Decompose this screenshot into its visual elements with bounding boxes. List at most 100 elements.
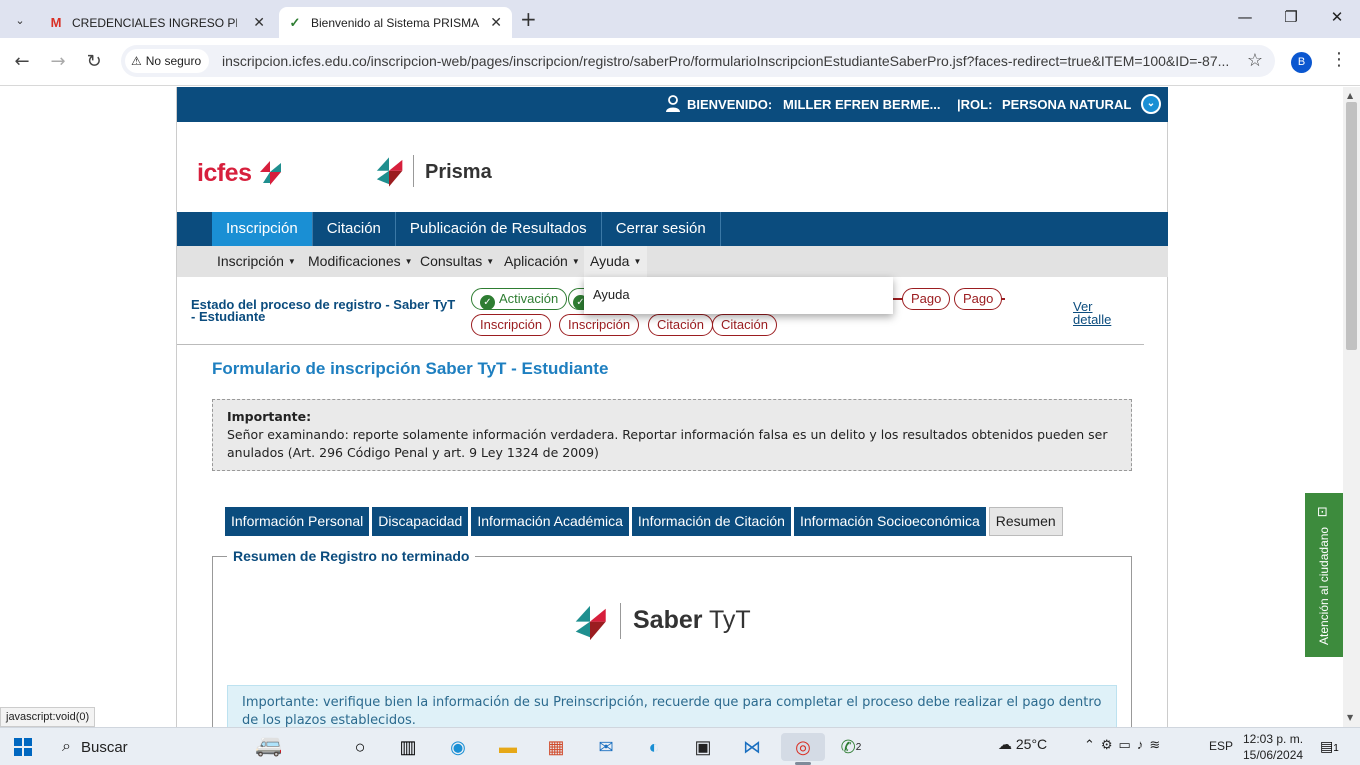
url-text[interactable]: inscripcion.icfes.edu.co/inscripcion-web…: [222, 53, 1242, 69]
browser-toolbar: ← → ↻ ⚠ No seguro inscripcion.icfes.edu.…: [0, 38, 1360, 86]
close-window-button[interactable]: ✕: [1322, 8, 1352, 26]
prisma-star-icon: [376, 157, 403, 187]
file-explorer-icon[interactable]: ▬: [493, 733, 523, 761]
rol-label: |ROL:: [957, 97, 993, 112]
tab-search-button[interactable]: ⌄: [8, 9, 32, 31]
edge-icon[interactable]: ◉: [443, 733, 473, 761]
tab-informacion-socioeconomica[interactable]: Información Socioeconómica: [793, 507, 986, 536]
user-topbar: BIENVENIDO: MILLER EFREN BERME... |ROL: …: [177, 87, 1168, 122]
saber-star-icon: [575, 605, 606, 641]
tab-title: Bienvenido al Sistema PRISMA: [311, 15, 480, 30]
windows-start-icon[interactable]: [14, 738, 32, 756]
form-title: Formulario de inscripción Saber TyT - Es…: [212, 359, 609, 378]
ver-detalle-link[interactable]: Ver detalle: [1073, 300, 1123, 326]
saber-rest: TyT: [708, 606, 751, 634]
icfes-star-icon: [260, 161, 281, 185]
back-icon[interactable]: ←: [10, 50, 34, 74]
subnav-label: Ayuda: [590, 253, 630, 269]
subnav-modificaciones[interactable]: Modificaciones ▼: [302, 246, 419, 277]
divider: [177, 344, 1144, 345]
task-view-icon[interactable]: ▥: [393, 733, 423, 761]
profile-avatar[interactable]: B: [1291, 52, 1312, 73]
check-icon: ✓: [480, 295, 495, 310]
cortana-icon[interactable]: ○: [345, 733, 375, 761]
nav-cerrar-sesion[interactable]: Cerrar sesión: [602, 212, 721, 246]
close-tab-icon[interactable]: ✕: [490, 14, 502, 31]
browser-menu-icon[interactable]: ⋮: [1330, 49, 1348, 70]
mail-icon[interactable]: ✉: [591, 733, 621, 761]
new-tab-button[interactable]: +: [520, 9, 537, 29]
reload-icon[interactable]: ↻: [82, 50, 106, 74]
search-icon: ⌕: [62, 738, 71, 755]
beach-van-icon: 🚐: [255, 732, 283, 757]
form-tabs: Información Personal Discapacidad Inform…: [225, 507, 1063, 536]
atencion-ciudadano-widget[interactable]: ⊡ Atención al ciudadano: [1305, 493, 1343, 657]
bookmark-star-icon[interactable]: ☆: [1247, 50, 1263, 71]
cloud-icon: ☁: [998, 736, 1012, 752]
address-bar[interactable]: ⚠ No seguro inscripcion.icfes.edu.co/ins…: [121, 45, 1275, 77]
important-notice: Importante: Señor examinando: reporte so…: [212, 399, 1132, 471]
subnav-label: Modificaciones: [308, 253, 401, 269]
tab-title: CREDENCIALES INGRESO PRISMA: [72, 15, 237, 30]
nav-publicacion-resultados[interactable]: Publicación de Resultados: [396, 212, 602, 246]
store-icon[interactable]: ▦: [541, 733, 571, 761]
saber-bold: Saber: [633, 606, 703, 634]
close-tab-icon[interactable]: ✕: [253, 14, 265, 31]
subnav-inscripcion[interactable]: Inscripción ▼: [211, 246, 302, 277]
step-citacion-1: Citación: [648, 314, 713, 336]
caret-down-icon: ▼: [404, 257, 413, 266]
info-notice: Importante: verifique bien la informació…: [227, 685, 1117, 727]
gmail-icon: M: [50, 15, 62, 30]
rol-value: PERSONA NATURAL: [1002, 97, 1132, 112]
browser-tabstrip: ⌄ M CREDENCIALES INGRESO PRISMA ✕ ✓ Bien…: [0, 0, 1360, 38]
sub-nav: Inscripción ▼ Modificaciones ▼ Consultas ▼ …: [177, 246, 1168, 277]
scroll-up-icon[interactable]: ▲: [1347, 91, 1353, 100]
nav-inscripcion[interactable]: Inscripción: [212, 212, 313, 246]
scroll-down-icon[interactable]: ▼: [1347, 713, 1353, 722]
caret-down-icon: ▼: [287, 257, 296, 266]
page-container: BIENVENIDO: MILLER EFREN BERME... |ROL: …: [176, 87, 1168, 727]
user-icon: [666, 95, 680, 112]
app-icon[interactable]: ◐: [639, 733, 669, 761]
forward-icon[interactable]: →: [46, 50, 70, 74]
main-nav: Inscripción Citación Publicación de Resu…: [177, 212, 1168, 246]
language-indicator[interactable]: ESP: [1209, 739, 1233, 753]
prisma-check-icon: ✓: [289, 14, 301, 30]
clock[interactable]: 12:03 p. m. 15/06/2024: [1243, 731, 1303, 763]
minimize-button[interactable]: —: [1230, 8, 1260, 26]
tab-informacion-personal[interactable]: Información Personal: [225, 507, 370, 536]
security-chip[interactable]: ⚠ No seguro: [125, 49, 210, 73]
chrome-icon[interactable]: ◎: [781, 733, 825, 761]
tab-informacion-academica[interactable]: Información Académica: [471, 507, 629, 536]
step-pago-2: Pago: [954, 288, 1003, 310]
tab-resumen[interactable]: Resumen: [988, 507, 1063, 536]
subnav-consultas[interactable]: Consultas ▼: [414, 246, 500, 277]
weather-widget[interactable]: ☁ 25°C: [998, 736, 1047, 753]
summary-legend: Resumen de Registro no terminado: [227, 548, 476, 564]
ayuda-dropdown: Ayuda: [584, 277, 893, 314]
subnav-label: Consultas: [420, 253, 483, 269]
maximize-button[interactable]: ❐: [1276, 8, 1306, 26]
notification-icon[interactable]: ▤1: [1320, 738, 1339, 755]
temperature: 25°C: [1015, 736, 1048, 752]
vscode-icon[interactable]: ⋈: [737, 733, 767, 761]
important-text: Señor examinando: reporte solamente info…: [227, 427, 1108, 460]
scroll-thumb[interactable]: [1346, 102, 1357, 350]
browser-tab-prisma[interactable]: ✓ Bienvenido al Sistema PRISMA ✕: [279, 7, 512, 38]
tab-informacion-citacion[interactable]: Información de Citación: [631, 507, 791, 536]
browser-tab-gmail[interactable]: M CREDENCIALES INGRESO PRISMA ✕: [40, 7, 275, 38]
tab-discapacidad[interactable]: Discapacidad: [372, 507, 469, 536]
system-tray[interactable]: ⌃⚙▭♪≋: [1084, 737, 1166, 753]
welcome-label: BIENVENIDO:: [687, 97, 773, 112]
caret-down-icon: ▼: [633, 257, 642, 266]
important-title: Importante:: [227, 409, 312, 424]
nav-citacion[interactable]: Citación: [313, 212, 396, 246]
subnav-ayuda[interactable]: Ayuda ▼: [584, 246, 648, 277]
terminal-icon[interactable]: ▣: [688, 733, 718, 761]
chevron-down-icon[interactable]: ⌄: [1141, 94, 1161, 114]
taskbar-search[interactable]: ⌕ Buscar: [52, 731, 332, 763]
windows-taskbar: ⌕ Buscar 🚐 ○ ▥ ◉ ▬ ▦ ✉ ◐ ▣ ⋈ ◎ ✆ 2 ☁ 25°C…: [0, 727, 1360, 765]
dropdown-item-ayuda[interactable]: Ayuda: [593, 287, 630, 302]
whatsapp-icon[interactable]: ✆ 2: [836, 733, 866, 761]
subnav-aplicacion[interactable]: Aplicación ▼: [498, 246, 586, 277]
